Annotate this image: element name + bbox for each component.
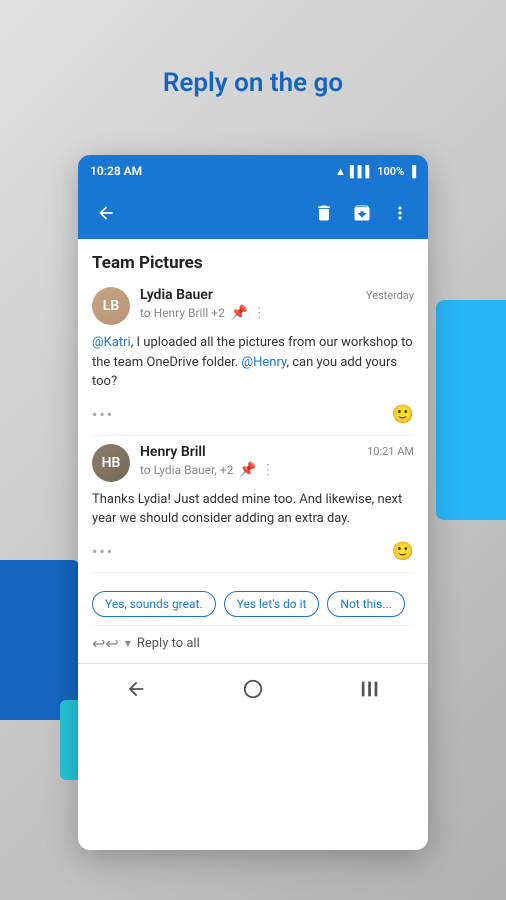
email-body-2: Thanks Lydia! Just added mine too. And l…: [92, 490, 414, 537]
email-header-2: HB Henry Brill 10:21 AM to Lydia Bauer, …: [92, 444, 414, 482]
mention-katri: @Katri: [92, 335, 131, 350]
page-title: Reply on the go: [0, 68, 506, 98]
recipient-text-2: to Lydia Bauer, +2: [140, 463, 233, 477]
battery-level: 100%: [377, 165, 404, 178]
content-area: Team Pictures LB Lydia Bauer Yesterday t…: [78, 239, 428, 663]
sender-row-1: Lydia Bauer Yesterday: [140, 287, 414, 303]
more-dots-2[interactable]: •••: [92, 542, 114, 561]
bg-decoration-right: [436, 300, 506, 520]
pin-icon-1: 📌: [231, 305, 248, 321]
app-toolbar: [78, 187, 428, 239]
battery-icon: ▐: [408, 165, 416, 178]
more-icon-1[interactable]: ⋮: [252, 305, 266, 321]
nav-back-button[interactable]: [105, 670, 167, 708]
recipient-text-1: to Henry Brill +2: [140, 306, 225, 320]
reply-all-icon: ↩↩: [92, 634, 119, 653]
delete-button[interactable]: [308, 197, 340, 229]
archive-button[interactable]: [346, 197, 378, 229]
reply-to-text: Reply to all: [137, 636, 200, 651]
recipient-row-2: to Lydia Bauer, +2 📌 ⋮: [140, 462, 414, 478]
bg-decoration-left: [0, 560, 80, 720]
reply-chip-2[interactable]: Yes let's do it: [224, 591, 320, 617]
phone-frame: 10:28 AM ▲ ▌▌▌ 100% ▐: [78, 155, 428, 850]
nav-home-button[interactable]: [222, 670, 284, 708]
emoji-button-2[interactable]: 🙂: [392, 541, 414, 562]
email-footer-2: ••• 🙂: [92, 537, 414, 573]
mention-henry: @Henry: [241, 355, 286, 370]
email-card-2: HB Henry Brill 10:21 AM to Lydia Bauer, …: [92, 444, 414, 573]
email-action-icons-1: 📌 ⋮: [231, 305, 266, 321]
sender-row-2: Henry Brill 10:21 AM: [140, 444, 414, 460]
more-button[interactable]: [384, 197, 416, 229]
email-action-icons-2: 📌 ⋮: [239, 462, 274, 478]
pin-icon-2: 📌: [239, 462, 256, 478]
reply-bar[interactable]: ↩↩ ▾ Reply to all: [92, 625, 414, 663]
email-time-2: 10:21 AM: [367, 445, 414, 458]
signal-icon: ▌▌▌: [350, 165, 373, 178]
avatar-lydia: LB: [92, 287, 130, 325]
email-card-1: LB Lydia Bauer Yesterday to Henry Brill …: [92, 287, 414, 436]
back-button[interactable]: [90, 197, 122, 229]
nav-recents-button[interactable]: [339, 670, 401, 708]
bottom-nav: [78, 663, 428, 715]
email-body-1: @Katri, I uploaded all the pictures from…: [92, 333, 414, 400]
reply-suggestions: Yes, sounds great. Yes let's do it Not t…: [92, 581, 414, 625]
status-time: 10:28 AM: [90, 164, 142, 178]
sender-name-2: Henry Brill: [140, 444, 206, 460]
sender-name-1: Lydia Bauer: [140, 287, 213, 303]
status-indicators: ▲ ▌▌▌ 100% ▐: [335, 165, 416, 178]
email-footer-1: ••• 🙂: [92, 400, 414, 436]
status-bar: 10:28 AM ▲ ▌▌▌ 100% ▐: [78, 155, 428, 187]
avatar-henry: HB: [92, 444, 130, 482]
more-icon-2[interactable]: ⋮: [261, 462, 275, 478]
more-dots-1[interactable]: •••: [92, 405, 114, 424]
emoji-button-1[interactable]: 🙂: [392, 404, 414, 425]
email-sender-info-2: Henry Brill 10:21 AM to Lydia Bauer, +2 …: [140, 444, 414, 478]
email-time-1: Yesterday: [366, 289, 414, 302]
reply-chevron-icon[interactable]: ▾: [125, 636, 131, 650]
email-header-1: LB Lydia Bauer Yesterday to Henry Brill …: [92, 287, 414, 325]
reply-chip-3[interactable]: Not this...: [327, 591, 404, 617]
wifi-icon: ▲: [335, 165, 346, 178]
reply-chip-1[interactable]: Yes, sounds great.: [92, 591, 216, 617]
recipient-row-1: to Henry Brill +2 📌 ⋮: [140, 305, 414, 321]
email-sender-info-1: Lydia Bauer Yesterday to Henry Brill +2 …: [140, 287, 414, 321]
conversation-title: Team Pictures: [92, 253, 414, 273]
toolbar-icons: [308, 197, 416, 229]
